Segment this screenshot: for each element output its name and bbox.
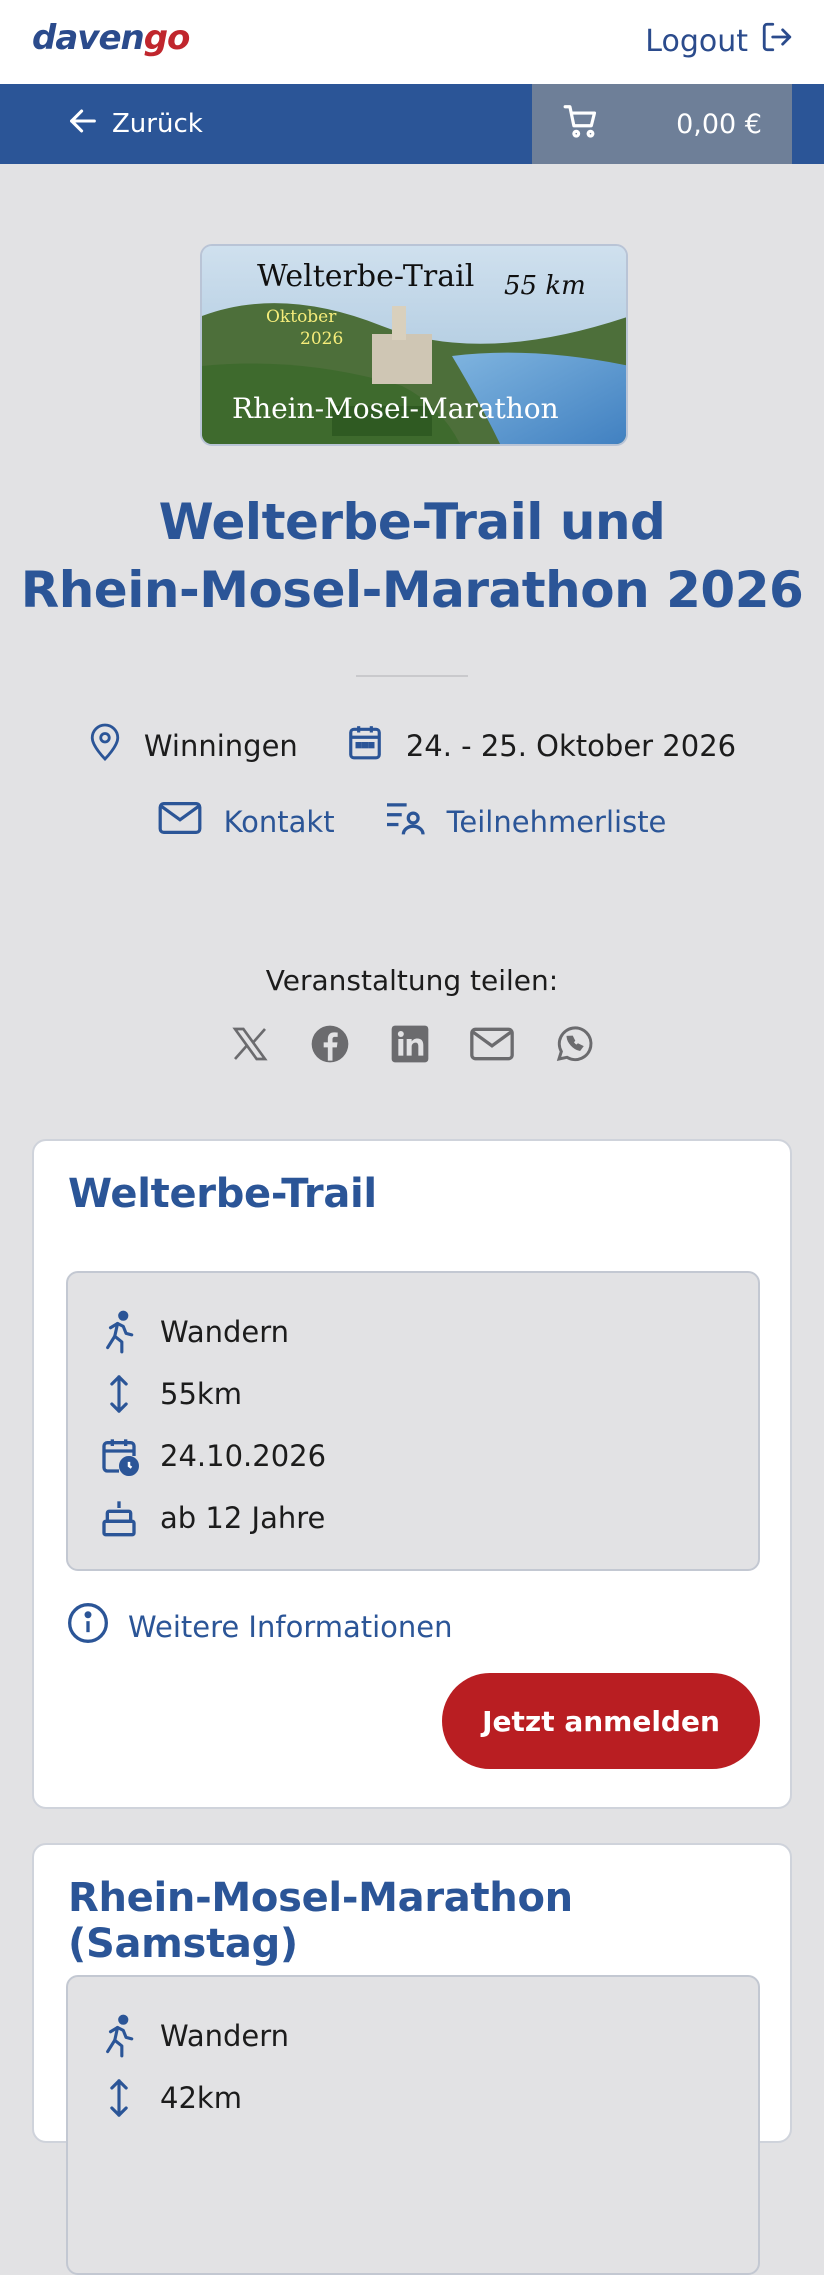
banner-distance-text: 55 km [504, 271, 586, 301]
logout-label: Logout [645, 23, 748, 59]
race-distance-row: 55km [98, 1363, 758, 1425]
title-divider [356, 675, 468, 677]
race-age-row: ab 12 Jahre [98, 1487, 758, 1549]
arrow-left-icon [66, 104, 100, 145]
logout-icon [760, 20, 794, 62]
info-icon [66, 1601, 110, 1652]
event-title-line1: Welterbe-Trail und [158, 493, 666, 551]
share-buttons [0, 1024, 824, 1064]
participants-list-link[interactable]: Teilnehmerliste [385, 800, 667, 843]
race-title: Welterbe-Trail [68, 1171, 377, 1217]
participant-list-icon [385, 800, 425, 843]
back-button[interactable]: Zurück [66, 84, 203, 164]
race-card-rhein-mosel-marathon: Rhein-Mosel-Marathon (Samstag) Wandern 4… [32, 1843, 792, 2275]
race-distance: 55km [160, 1377, 242, 1411]
calendar-clock-icon [98, 1435, 140, 1477]
race-type: Wandern [160, 1315, 290, 1349]
nav-bar: Zurück 0,00 € [0, 84, 824, 164]
race-type-row: Wandern [98, 1301, 758, 1363]
race-age: ab 12 Jahre [160, 1501, 326, 1535]
top-bar: davengo Logout [0, 0, 824, 84]
davengo-logo[interactable]: davengo [32, 18, 191, 58]
contact-link[interactable]: Kontakt [158, 800, 335, 843]
cart-icon [562, 102, 600, 147]
running-person-icon [98, 2014, 140, 2058]
banner-title-text: Welterbe-Trail [257, 259, 474, 294]
facebook-icon[interactable] [310, 1024, 350, 1064]
race-title: Rhein-Mosel-Marathon (Samstag) [68, 1875, 573, 1967]
race-info-box: Wandern 55km 24.10.2026 ab 12 Jahre [66, 1271, 760, 1571]
running-person-icon [98, 1310, 140, 1354]
race-date-row: 24.10.2026 [98, 1425, 758, 1487]
mail-icon [158, 800, 202, 843]
signup-button[interactable]: Jetzt anmelden [442, 1673, 760, 1769]
race-distance-row: 42km [98, 2067, 758, 2129]
share-label: Veranstaltung teilen: [265, 964, 559, 997]
race-card-welterbe-trail: Welterbe-Trail Wandern 55km 24.10.2026 a… [32, 1139, 792, 1809]
linkedin-icon[interactable] [390, 1024, 430, 1064]
event-banner-image: Welterbe-Trail 55 km Oktober 2026 Rhein-… [200, 244, 628, 446]
mail-share-icon[interactable] [470, 1024, 514, 1064]
event-meta: Winningen 24. - 25. Oktober 2026 [0, 722, 824, 769]
race-info-box: Wandern 42km [66, 1975, 760, 2275]
race-type-row: Wandern [98, 2005, 758, 2067]
vertical-arrows-icon [98, 1374, 140, 1414]
location-pin-icon [88, 722, 122, 769]
logout-button[interactable]: Logout [645, 20, 794, 62]
event-links: Kontakt Teilnehmerliste [0, 800, 824, 843]
banner-subtitle-text: Rhein-Mosel-Marathon [232, 392, 559, 425]
vertical-arrows-icon [98, 2078, 140, 2118]
dates-text: 24. - 25. Oktober 2026 [405, 728, 737, 763]
event-location: Winningen [88, 722, 298, 769]
event-title-line2: Rhein-Mosel-Marathon 2026 [20, 561, 804, 619]
birthday-cake-icon [98, 1497, 140, 1539]
race-date: 24.10.2026 [160, 1439, 327, 1473]
back-label: Zurück [112, 109, 203, 139]
logo-text-part2: go [143, 18, 191, 58]
cart-total: 0,00 € [676, 108, 762, 140]
more-info-label: Weitere Informationen [128, 1609, 453, 1644]
banner-month-text: Oktober [266, 307, 337, 327]
more-info-link[interactable]: Weitere Informationen [66, 1601, 453, 1652]
banner-year-text: 2026 [300, 329, 343, 349]
race-distance: 42km [160, 2081, 242, 2115]
race-type: Wandern [160, 2019, 290, 2053]
event-title: Welterbe-Trail und Rhein-Mosel-Marathon … [0, 488, 824, 624]
whatsapp-icon[interactable] [554, 1024, 594, 1064]
calendar-icon [346, 722, 384, 769]
cart-button[interactable]: 0,00 € [532, 84, 792, 164]
contact-label: Kontakt [223, 804, 335, 839]
location-text: Winningen [143, 728, 298, 763]
x-icon[interactable] [230, 1024, 270, 1064]
event-dates: 24. - 25. Oktober 2026 [346, 722, 736, 769]
logo-text-part1: daven [32, 18, 145, 58]
participants-label: Teilnehmerliste [446, 804, 667, 839]
